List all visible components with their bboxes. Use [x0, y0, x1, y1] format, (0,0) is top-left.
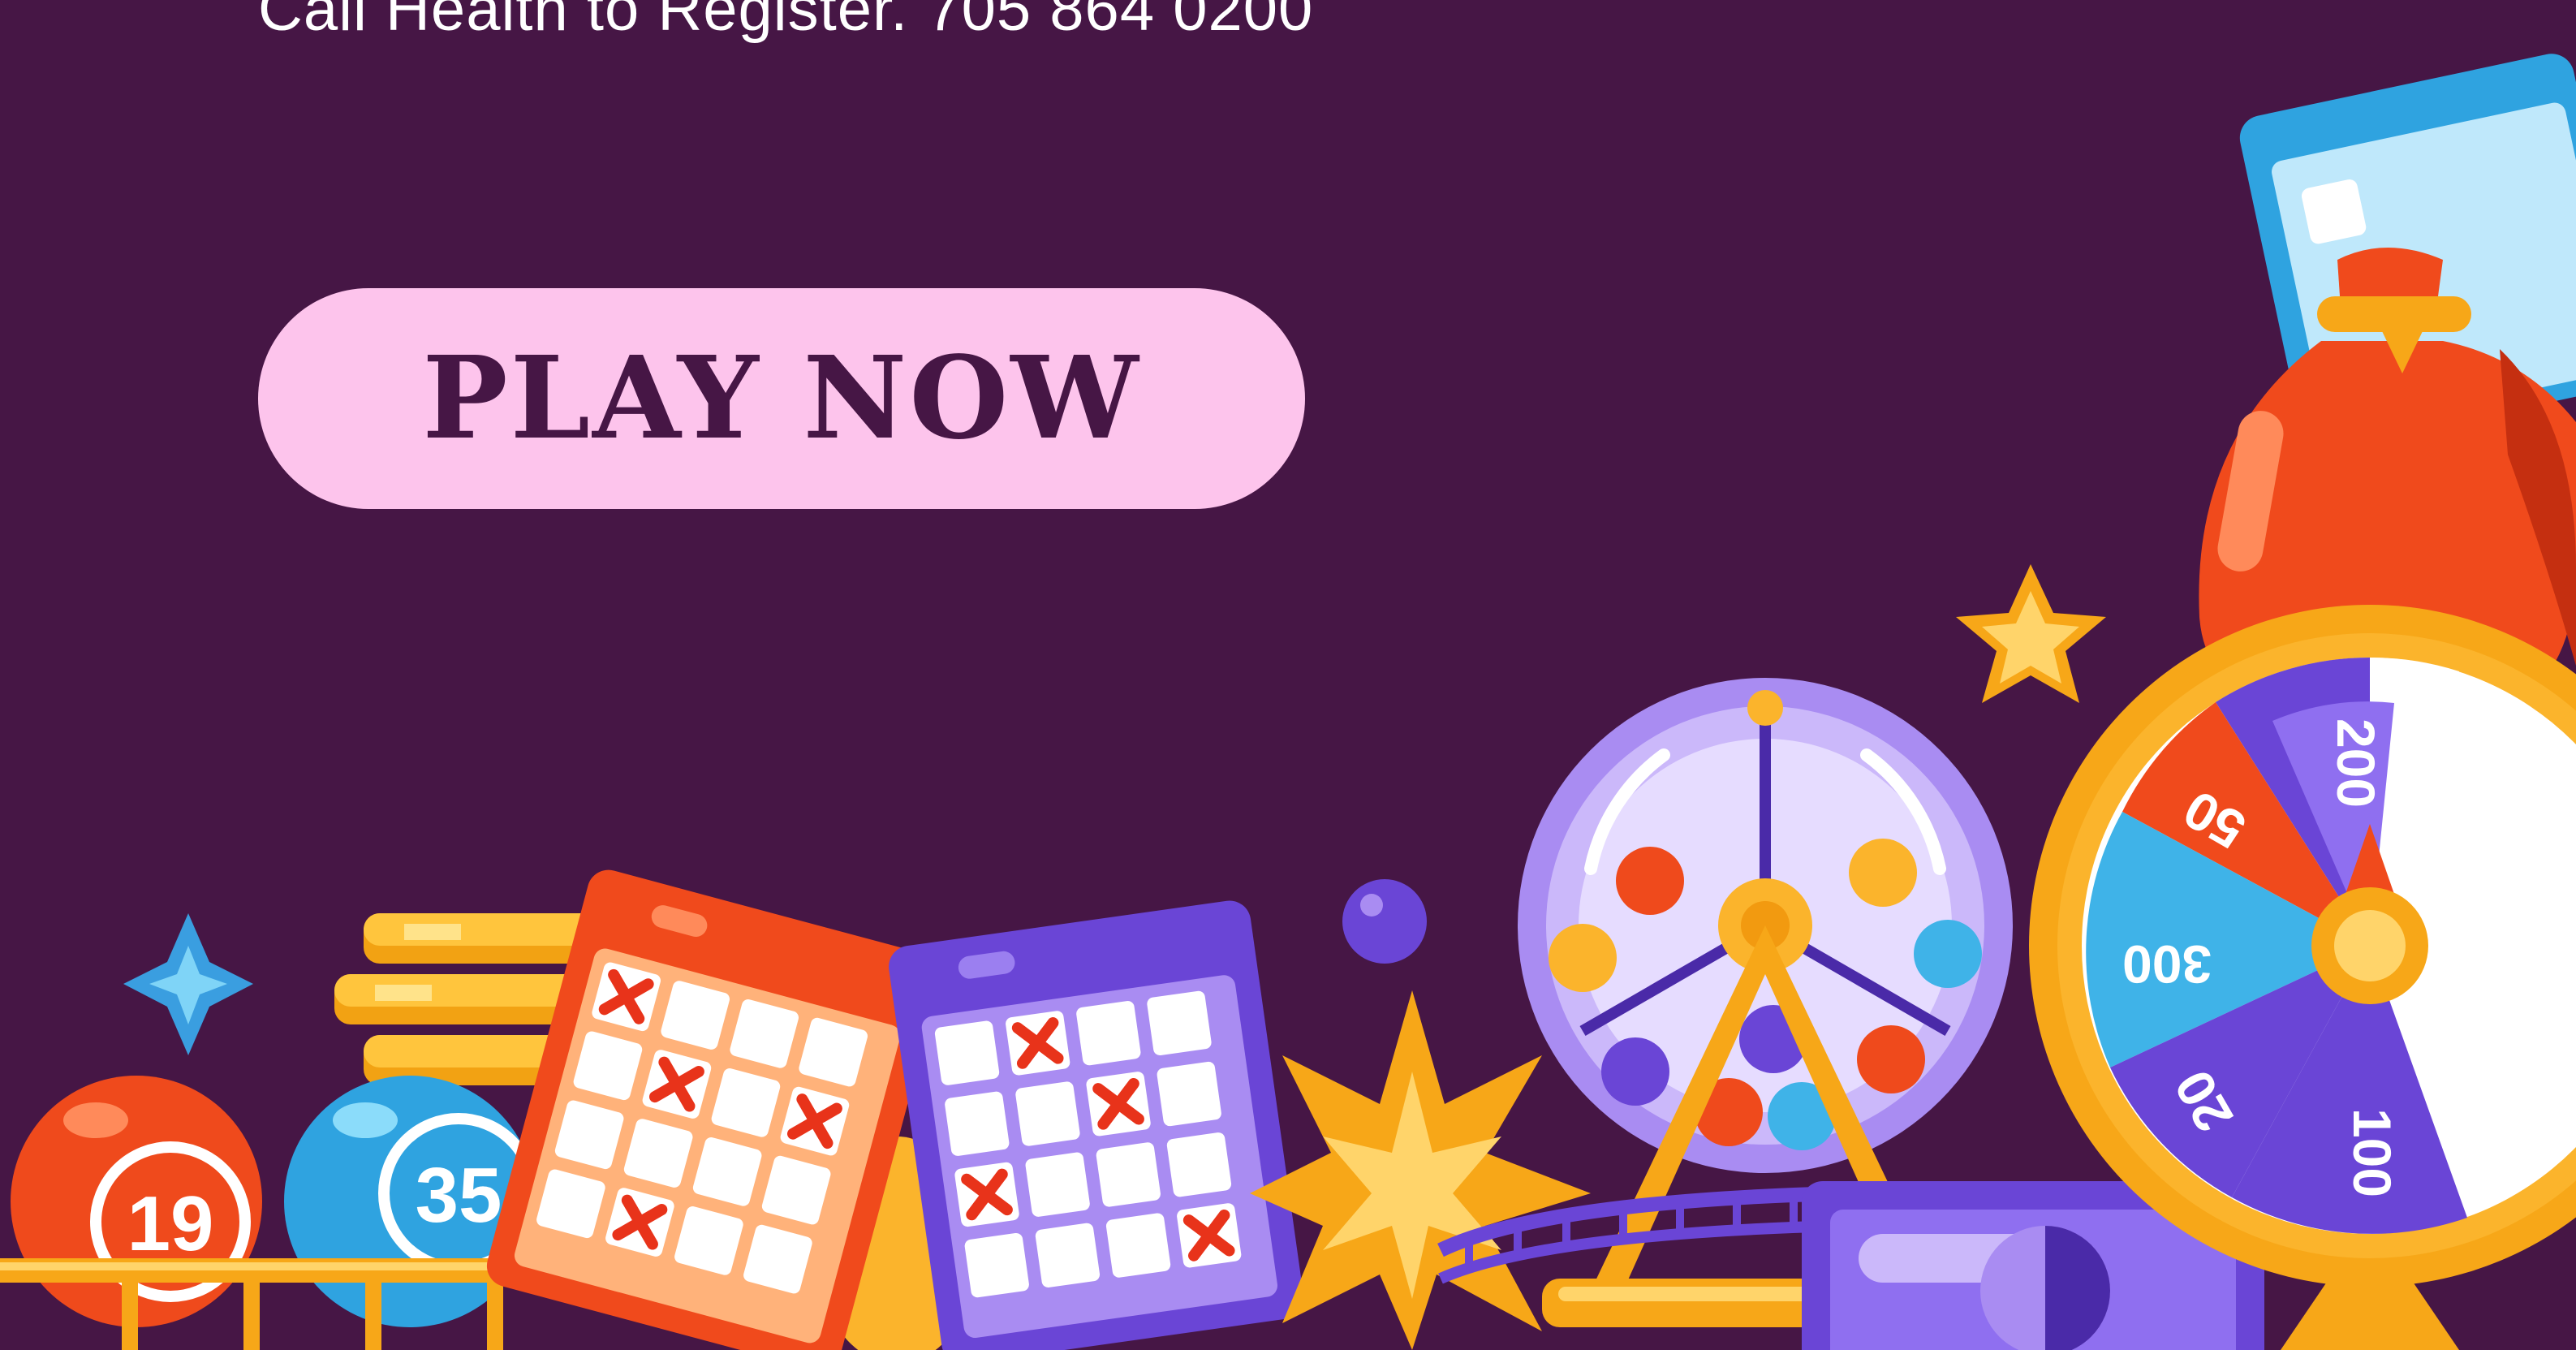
sparkle-icon [123, 913, 253, 1055]
wheel-segment-100: 100 [2342, 1108, 2402, 1197]
promo-canvas: Call Health to Register. 705 864 0200 PL… [0, 0, 2576, 1350]
red-ball-number: 19 [127, 1180, 214, 1267]
wheel-segment-300: 300 [2122, 934, 2212, 994]
blue-ball-number: 35 [416, 1152, 502, 1239]
purple-bingo-card [889, 900, 1304, 1350]
wheel-segment-200: 200 [2326, 718, 2386, 808]
lottery-illustration: 19 35 200 50 300 20 100 [0, 54, 2576, 1350]
purple-ball-icon [1342, 879, 1427, 964]
